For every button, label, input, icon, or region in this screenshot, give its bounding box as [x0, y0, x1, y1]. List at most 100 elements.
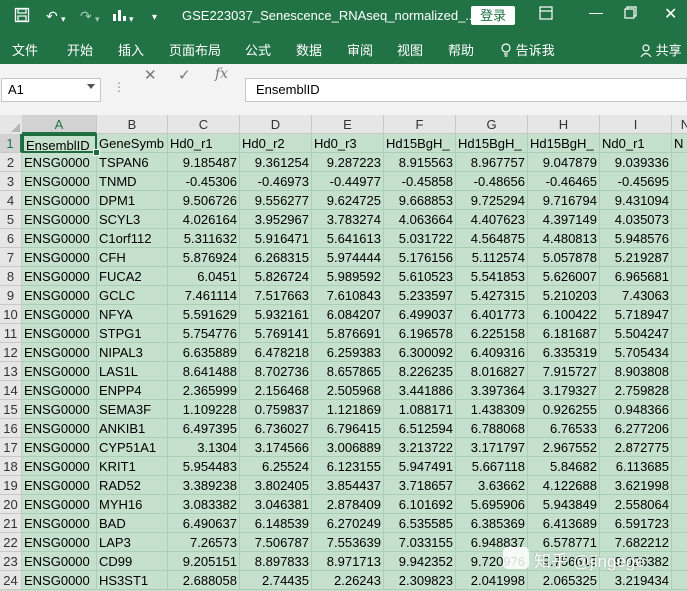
cell-d12[interactable]: 6.478218: [240, 343, 312, 362]
cell-h20[interactable]: 5.943849: [528, 495, 600, 514]
cell-c21[interactable]: 6.490637: [168, 514, 240, 533]
cell-e24[interactable]: 2.26243: [312, 571, 384, 590]
cell-g1[interactable]: Hd15BgH_: [456, 134, 528, 153]
cell-n3[interactable]: -: [672, 172, 687, 191]
cell-b9[interactable]: GCLC: [97, 286, 168, 305]
cell-a3[interactable]: ENSG0000: [22, 172, 97, 191]
cell-g7[interactable]: 5.112574: [456, 248, 528, 267]
cell-h2[interactable]: 9.047879: [528, 153, 600, 172]
cell-b6[interactable]: C1orf112: [97, 229, 168, 248]
row-header-5[interactable]: 5: [0, 210, 22, 229]
cell-n10[interactable]: 5: [672, 305, 687, 324]
cell-d11[interactable]: 5.769141: [240, 324, 312, 343]
cell-i6[interactable]: 5.948576: [600, 229, 672, 248]
cell-g21[interactable]: 6.385369: [456, 514, 528, 533]
cell-g24[interactable]: 2.041998: [456, 571, 528, 590]
formula-input[interactable]: EnsemblID: [245, 78, 687, 102]
cancel-icon[interactable]: ✕: [144, 66, 157, 84]
cell-b23[interactable]: CD99: [97, 552, 168, 571]
cell-n8[interactable]: 6: [672, 267, 687, 286]
cell-f21[interactable]: 6.535585: [384, 514, 456, 533]
row-header-21[interactable]: 21: [0, 514, 22, 533]
cell-f23[interactable]: 9.942352: [384, 552, 456, 571]
cell-i12[interactable]: 5.705434: [600, 343, 672, 362]
tab-data[interactable]: 数据: [296, 40, 322, 59]
cell-b20[interactable]: MYH16: [97, 495, 168, 514]
cell-g5[interactable]: 4.407623: [456, 210, 528, 229]
cell-h9[interactable]: 5.210203: [528, 286, 600, 305]
cell-g13[interactable]: 8.016827: [456, 362, 528, 381]
row-header-14[interactable]: 14: [0, 381, 22, 400]
cell-a4[interactable]: ENSG0000: [22, 191, 97, 210]
cell-h1[interactable]: Hd15BgH_: [528, 134, 600, 153]
cell-a1[interactable]: EnsemblID: [22, 134, 97, 153]
cell-e12[interactable]: 6.259383: [312, 343, 384, 362]
cell-h13[interactable]: 7.915727: [528, 362, 600, 381]
cell-c24[interactable]: 2.688058: [168, 571, 240, 590]
tab-help[interactable]: 帮助: [448, 40, 474, 59]
row-header-23[interactable]: 23: [0, 552, 22, 571]
row-header-2[interactable]: 2: [0, 153, 22, 172]
cell-i18[interactable]: 6.113685: [600, 457, 672, 476]
cell-n12[interactable]: 5: [672, 343, 687, 362]
row-header-24[interactable]: 24: [0, 571, 22, 590]
customize-qat-icon[interactable]: ▾: [152, 9, 157, 27]
row-header-22[interactable]: 22: [0, 533, 22, 552]
row-header-13[interactable]: 13: [0, 362, 22, 381]
cell-a7[interactable]: ENSG0000: [22, 248, 97, 267]
cell-f13[interactable]: 8.226235: [384, 362, 456, 381]
cell-b19[interactable]: RAD52: [97, 476, 168, 495]
cell-h14[interactable]: 3.179327: [528, 381, 600, 400]
cell-e21[interactable]: 6.270249: [312, 514, 384, 533]
cell-i14[interactable]: 2.759828: [600, 381, 672, 400]
cell-e17[interactable]: 3.006889: [312, 438, 384, 457]
cell-c17[interactable]: 3.1304: [168, 438, 240, 457]
cell-n18[interactable]: 6: [672, 457, 687, 476]
cell-f5[interactable]: 4.063664: [384, 210, 456, 229]
name-box[interactable]: A1: [1, 78, 101, 102]
cell-f11[interactable]: 6.196578: [384, 324, 456, 343]
cell-a23[interactable]: ENSG0000: [22, 552, 97, 571]
cell-h16[interactable]: 6.76533: [528, 419, 600, 438]
cell-a11[interactable]: ENSG0000: [22, 324, 97, 343]
cell-b12[interactable]: NIPAL3: [97, 343, 168, 362]
cell-e14[interactable]: 2.505968: [312, 381, 384, 400]
enter-check-icon[interactable]: ✓: [178, 66, 191, 84]
cell-g15[interactable]: 1.438309: [456, 400, 528, 419]
cell-a24[interactable]: ENSG0000: [22, 571, 97, 590]
cell-n4[interactable]: 9: [672, 191, 687, 210]
cell-b4[interactable]: DPM1: [97, 191, 168, 210]
cell-b3[interactable]: TNMD: [97, 172, 168, 191]
row-header-9[interactable]: 9: [0, 286, 22, 305]
column-header-i[interactable]: I: [600, 115, 672, 134]
cell-n13[interactable]: 8: [672, 362, 687, 381]
close-icon[interactable]: ✕: [664, 4, 677, 24]
cell-g6[interactable]: 4.564875: [456, 229, 528, 248]
cell-e22[interactable]: 7.553639: [312, 533, 384, 552]
tab-view[interactable]: 视图: [397, 40, 423, 59]
column-header-h[interactable]: H: [528, 115, 600, 134]
cell-i20[interactable]: 2.558064: [600, 495, 672, 514]
cell-c15[interactable]: 1.109228: [168, 400, 240, 419]
cell-n17[interactable]: 3: [672, 438, 687, 457]
cell-g4[interactable]: 9.725294: [456, 191, 528, 210]
cell-f19[interactable]: 3.718657: [384, 476, 456, 495]
cell-n2[interactable]: 9: [672, 153, 687, 172]
cell-e16[interactable]: 6.796415: [312, 419, 384, 438]
cell-i19[interactable]: 3.621998: [600, 476, 672, 495]
cell-i16[interactable]: 6.277206: [600, 419, 672, 438]
cell-i10[interactable]: 5.718947: [600, 305, 672, 324]
cell-f24[interactable]: 2.309823: [384, 571, 456, 590]
cell-a12[interactable]: ENSG0000: [22, 343, 97, 362]
cell-h6[interactable]: 4.480813: [528, 229, 600, 248]
cell-g9[interactable]: 5.427315: [456, 286, 528, 305]
cell-c2[interactable]: 9.185487: [168, 153, 240, 172]
fill-handle[interactable]: [93, 149, 100, 156]
cell-c4[interactable]: 9.506726: [168, 191, 240, 210]
cell-n9[interactable]: 7: [672, 286, 687, 305]
cell-b10[interactable]: NFYA: [97, 305, 168, 324]
cell-i3[interactable]: -0.45695: [600, 172, 672, 191]
share-button[interactable]: 共享: [640, 40, 682, 59]
cell-b5[interactable]: SCYL3: [97, 210, 168, 229]
chart-dropdown-icon[interactable]: ▾: [129, 10, 134, 28]
